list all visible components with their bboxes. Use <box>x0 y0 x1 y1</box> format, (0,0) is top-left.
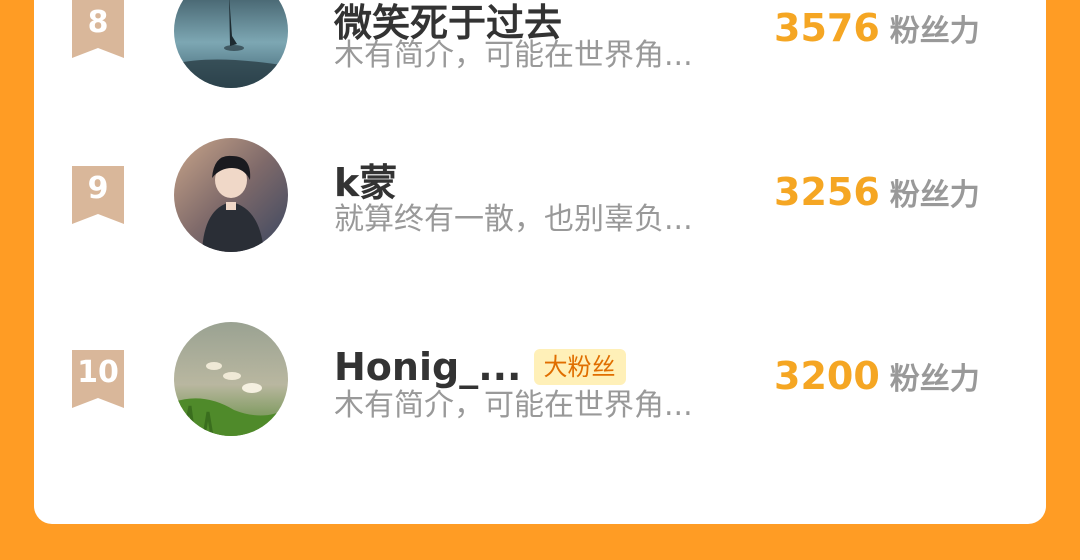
score-label: 粉丝力 <box>889 14 980 49</box>
ranking-row-8[interactable]: 8 微笑死于过去 木有简介，可能在世界角... 3576 粉丝力 <box>34 0 1046 100</box>
score-label: 粉丝力 <box>889 178 980 213</box>
rank-number: 10 <box>77 355 119 390</box>
rank-ribbon-icon: 9 <box>72 166 124 224</box>
user-name-line: Honig_... 大粉丝 <box>334 342 626 392</box>
avatar-reflection-photo-icon[interactable] <box>174 0 288 88</box>
ranking-card: 8 微笑死于过去 木有简介，可能在世界角... 3576 粉丝力 9 k蒙 就算… <box>34 0 1046 524</box>
ranking-row-9[interactable]: 9 k蒙 就算终有一散，也别辜负... 3256 粉丝力 <box>34 138 1046 278</box>
user-bio: 木有简介，可能在世界角... <box>334 388 693 423</box>
fan-power-score: 3200 粉丝力 <box>774 354 980 404</box>
user-name[interactable]: Honig_... <box>334 344 522 390</box>
score-label: 粉丝力 <box>889 362 980 397</box>
big-fan-badge: 大粉丝 <box>533 349 626 385</box>
rank-number: 9 <box>87 171 109 206</box>
user-bio: 就算终有一散，也别辜负... <box>334 202 693 237</box>
fan-power-score: 3576 粉丝力 <box>774 6 980 56</box>
rank-number: 8 <box>87 5 109 40</box>
score-value: 3256 <box>774 170 880 214</box>
rank-ribbon-icon: 8 <box>72 0 124 58</box>
score-value: 3200 <box>774 354 880 398</box>
ranking-row-10[interactable]: 10 Honig_... 大粉丝 木有简介，可能在世界角... 3200 粉丝力 <box>34 322 1046 462</box>
user-bio: 木有简介，可能在世界角... <box>334 38 693 73</box>
fan-power-score: 3256 粉丝力 <box>774 170 980 220</box>
rank-ribbon-icon: 10 <box>72 350 124 408</box>
avatar-geese-pond-icon[interactable] <box>174 322 288 436</box>
avatar-anime-boy-icon[interactable] <box>174 138 288 252</box>
score-value: 3576 <box>774 6 880 50</box>
